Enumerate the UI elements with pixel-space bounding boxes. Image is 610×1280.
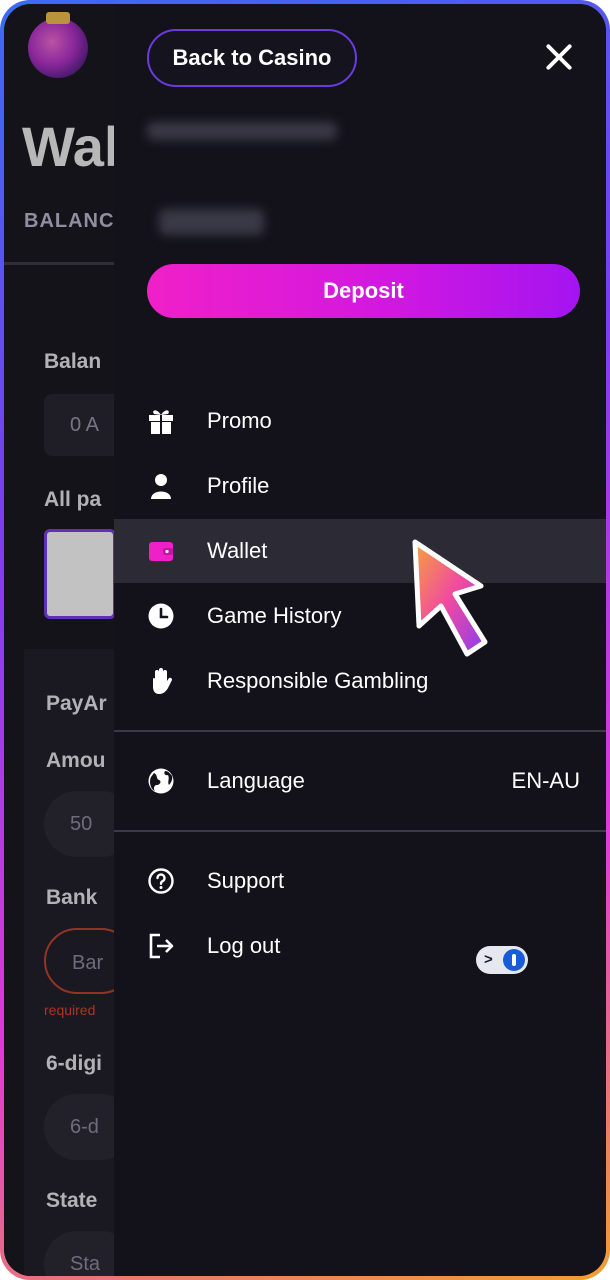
user-icon xyxy=(151,474,171,499)
hand-icon xyxy=(153,668,173,694)
menu-item-responsible-gambling[interactable]: Responsible Gambling xyxy=(114,649,606,713)
language-value: EN-AU xyxy=(511,768,580,793)
menu-item-game-history[interactable]: Game History xyxy=(114,584,606,648)
menu-item-logout[interactable]: Log out xyxy=(114,914,606,978)
wallet-icon xyxy=(149,542,173,561)
globe-icon xyxy=(148,768,174,794)
menu-item-profile[interactable]: Profile xyxy=(114,454,606,518)
chevron-right-icon: > xyxy=(484,951,493,968)
menu-item-support[interactable]: Support xyxy=(114,849,606,913)
pointer-cursor-icon xyxy=(412,539,488,657)
menu-item-language[interactable]: Language EN-AU xyxy=(114,749,606,813)
power-icon xyxy=(503,949,525,971)
menu-label-support: Support xyxy=(207,868,285,893)
menu-divider xyxy=(114,830,606,832)
question-icon xyxy=(148,868,174,894)
clock-icon xyxy=(148,603,174,629)
menu-label-logout: Log out xyxy=(207,933,281,958)
extension-toggle[interactable]: > xyxy=(476,946,528,974)
overlay-shade[interactable] xyxy=(4,4,114,1276)
menu-label-promo: Promo xyxy=(207,408,272,433)
balance-blurred xyxy=(159,209,264,235)
deposit-button[interactable]: Deposit xyxy=(147,264,580,318)
menu-label-wallet: Wallet xyxy=(207,538,268,563)
logout-icon xyxy=(149,933,174,959)
gift-icon xyxy=(149,410,173,434)
username-blurred xyxy=(147,122,337,140)
menu-divider xyxy=(114,730,606,732)
back-to-casino-button[interactable]: Back to Casino xyxy=(147,29,357,87)
side-drawer: Back to Casino Deposit Promo Profile Wal… xyxy=(114,4,606,1276)
menu-item-wallet[interactable]: Wallet xyxy=(114,519,606,583)
menu-item-promo[interactable]: Promo xyxy=(114,389,606,453)
close-icon[interactable] xyxy=(542,40,576,74)
menu-label-profile: Profile xyxy=(207,473,270,498)
menu-label-game-history: Game History xyxy=(207,603,342,628)
menu-label-responsible-gambling: Responsible Gambling xyxy=(207,668,429,693)
device-frame: Wal BALANC Balan 0 A All pa PayAr Amou 5… xyxy=(0,0,610,1280)
menu-label-language: Language xyxy=(207,768,305,793)
screen: Wal BALANC Balan 0 A All pa PayAr Amou 5… xyxy=(4,4,606,1276)
